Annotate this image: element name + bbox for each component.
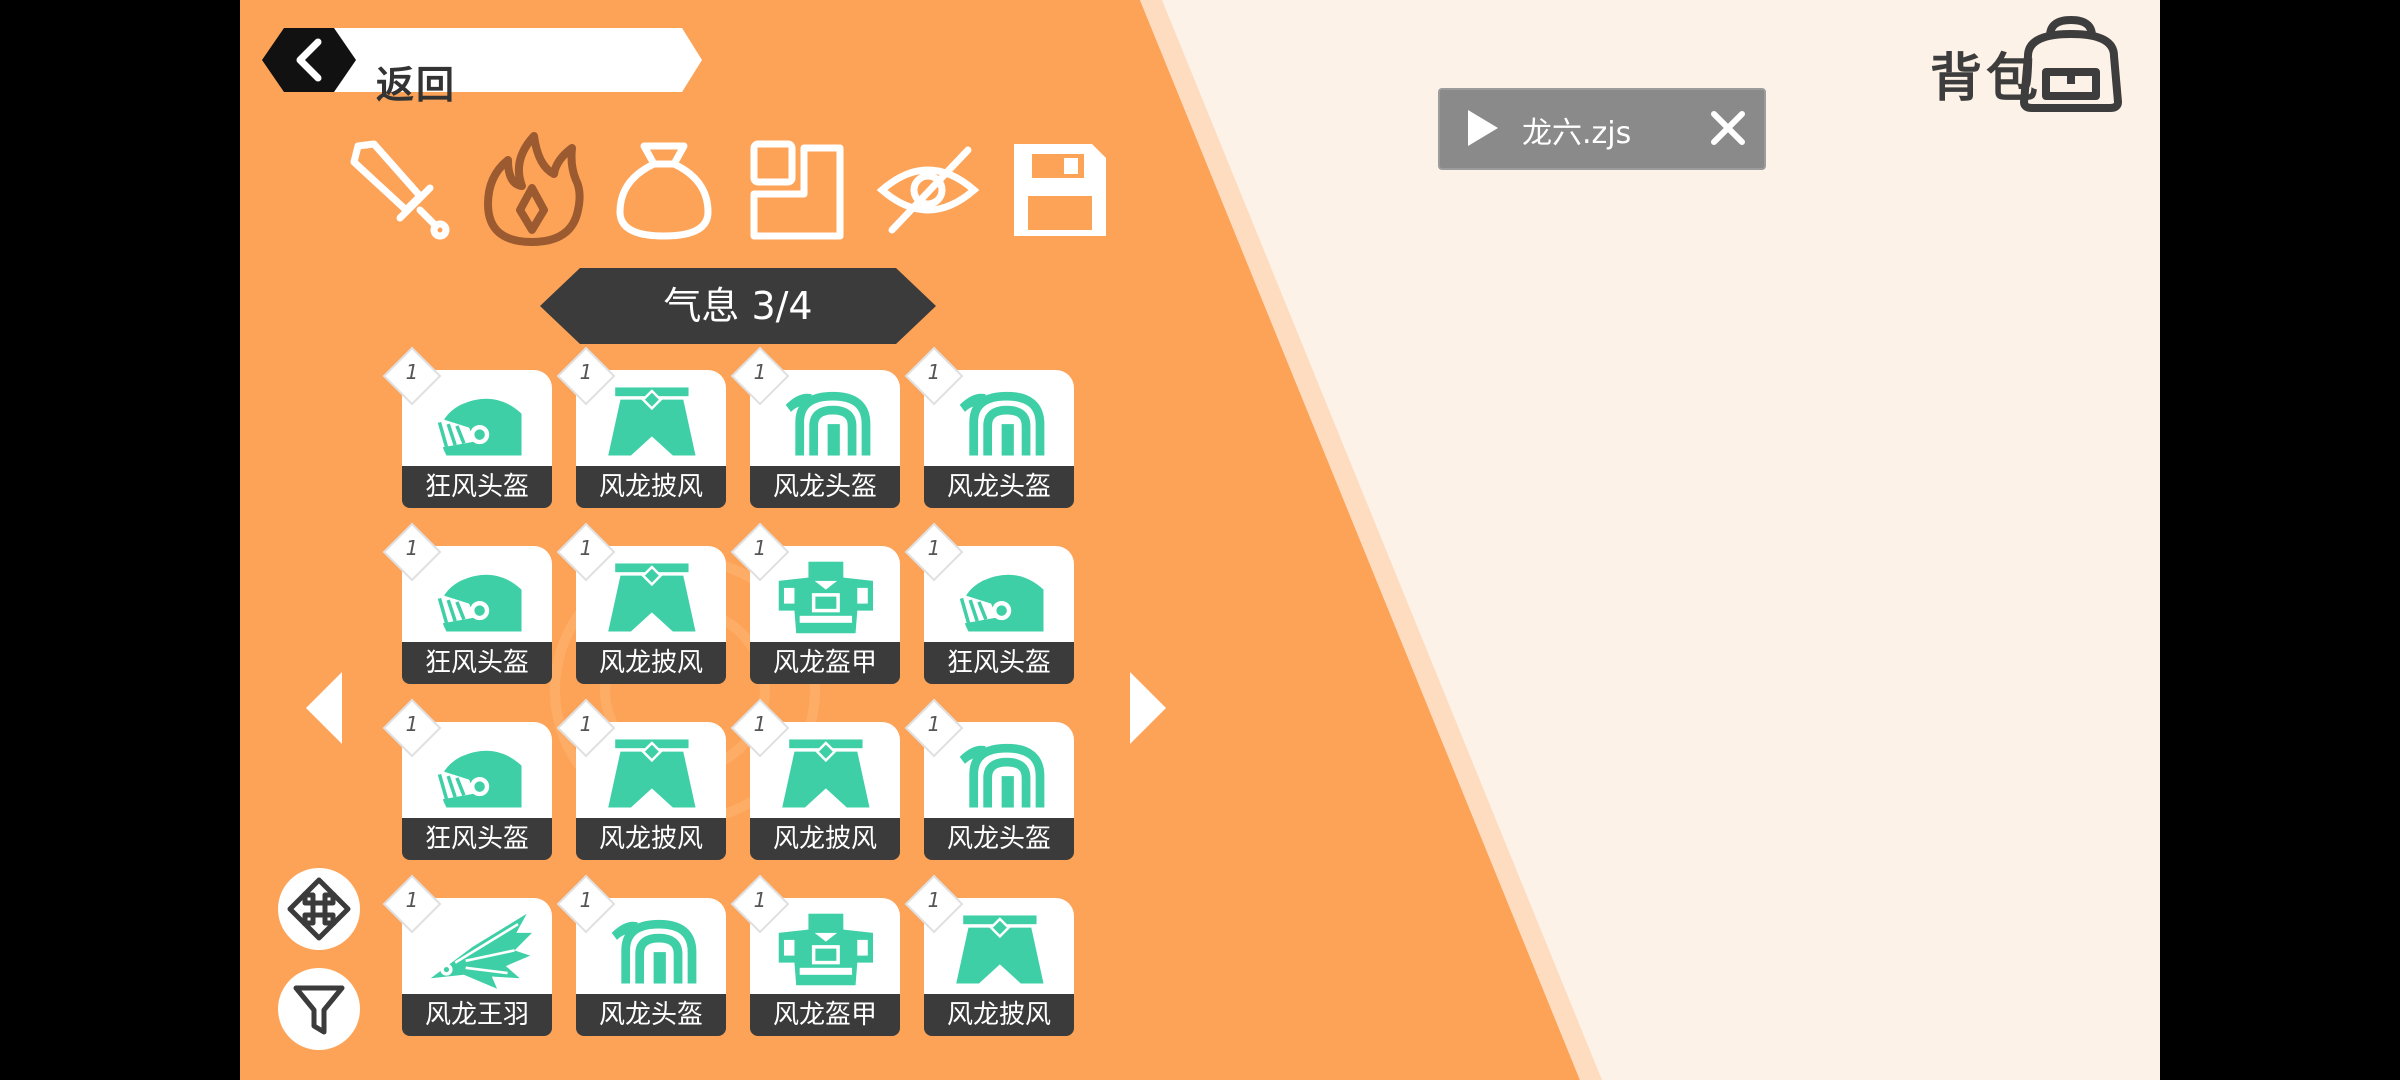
game-screen: 返回 背包 气息 3/4 狂风头盔 1 风龙披风 1 风龙头盔 1 风龙头盔 1… [240, 0, 2160, 1080]
item-name: 风龙披风 [924, 994, 1074, 1036]
item-name: 风龙头盔 [924, 818, 1074, 860]
item-count: 1 [579, 360, 593, 384]
item-name: 风龙头盔 [576, 994, 726, 1036]
item-count: 1 [405, 536, 419, 560]
item-count: 1 [753, 360, 767, 384]
back-button[interactable]: 返回 [262, 24, 702, 107]
back-label: 返回 [376, 63, 457, 107]
tab-sword[interactable] [340, 130, 460, 250]
item-count: 1 [927, 536, 941, 560]
item-name: 风龙头盔 [924, 466, 1074, 508]
inventory-item[interactable]: 风龙头盔 1 [904, 698, 1074, 860]
inventory-item[interactable]: 风龙披风 1 [556, 346, 726, 508]
backpack-icon[interactable] [1998, 16, 2144, 112]
item-count: 1 [579, 712, 593, 736]
item-name: 风龙盔甲 [750, 642, 900, 684]
inventory-item[interactable]: 狂风头盔 1 [382, 522, 552, 684]
item-name: 风龙盔甲 [750, 994, 900, 1036]
inventory-item[interactable]: 风龙披风 1 [730, 698, 900, 860]
item-name: 风龙披风 [576, 818, 726, 860]
item-count: 1 [579, 536, 593, 560]
inventory-item[interactable]: 风龙头盔 1 [730, 346, 900, 508]
inventory-item[interactable]: 风龙盔甲 1 [730, 522, 900, 684]
prev-page-arrow[interactable] [302, 668, 346, 748]
script-file-name: 龙六.zjs [1522, 116, 1632, 151]
filter-button[interactable] [278, 968, 360, 1050]
sort-button[interactable] [278, 868, 360, 950]
tab-fire[interactable] [472, 130, 592, 250]
inventory-item[interactable]: 狂风头盔 1 [382, 346, 552, 508]
chevron-left-icon [296, 38, 322, 82]
inventory-item[interactable]: 风龙披风 1 [556, 522, 726, 684]
item-name: 狂风头盔 [924, 642, 1074, 684]
item-count: 1 [753, 888, 767, 912]
inventory-item[interactable]: 风龙披风 1 [556, 698, 726, 860]
inventory-item[interactable]: 风龙头盔 1 [556, 874, 726, 1036]
item-name: 风龙披风 [750, 818, 900, 860]
item-name: 风龙头盔 [750, 466, 900, 508]
item-count: 1 [753, 536, 767, 560]
item-count: 1 [579, 888, 593, 912]
item-name: 风龙披风 [576, 466, 726, 508]
script-popup: 龙六.zjs [1438, 88, 1766, 170]
item-name: 风龙披风 [576, 642, 726, 684]
inventory-item[interactable]: 狂风头盔 1 [904, 522, 1074, 684]
item-name: 风龙王羽 [402, 994, 552, 1036]
item-count: 1 [753, 712, 767, 736]
item-name: 狂风头盔 [402, 642, 552, 684]
item-name: 狂风头盔 [402, 466, 552, 508]
item-grid: 狂风头盔 1 风龙披风 1 风龙头盔 1 风龙头盔 1 狂风头盔 1 风龙披风 1 风龙盔甲 1 狂风头盔 1… [382, 346, 1122, 1066]
item-count: 1 [927, 712, 941, 736]
inventory-item[interactable]: 风龙头盔 1 [904, 346, 1074, 508]
filter-icon [293, 985, 345, 1035]
sort-arrows-icon [287, 877, 351, 941]
inventory-item[interactable]: 狂风头盔 1 [382, 698, 552, 860]
tab-corner[interactable] [736, 130, 856, 250]
inventory-item[interactable]: 风龙披风 1 [904, 874, 1074, 1036]
tab-pouch[interactable] [604, 130, 724, 250]
item-name: 狂风头盔 [402, 818, 552, 860]
item-count: 1 [405, 360, 419, 384]
category-banner: 气息 3/4 [540, 268, 936, 344]
inventory-item[interactable]: 风龙王羽 1 [382, 874, 552, 1036]
item-count: 1 [927, 360, 941, 384]
inventory-item[interactable]: 风龙盔甲 1 [730, 874, 900, 1036]
tab-eye-slash[interactable] [868, 130, 988, 250]
item-count: 1 [405, 888, 419, 912]
play-icon[interactable] [1462, 108, 1502, 148]
next-page-arrow[interactable] [1126, 668, 1170, 748]
category-tabs [340, 130, 1120, 250]
close-icon[interactable] [1710, 110, 1746, 146]
category-title: 气息 3/4 [663, 284, 813, 328]
item-count: 1 [405, 712, 419, 736]
tab-save[interactable] [1000, 130, 1120, 250]
item-count: 1 [927, 888, 941, 912]
